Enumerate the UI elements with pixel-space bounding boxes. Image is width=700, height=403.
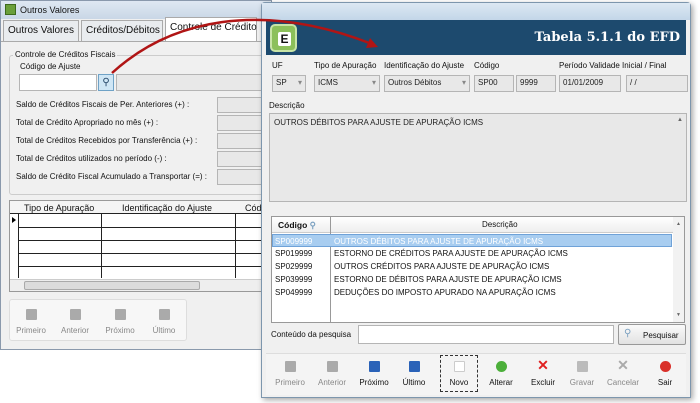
annotation-arrow [111, 18, 378, 74]
arrow-curve [111, 18, 373, 74]
